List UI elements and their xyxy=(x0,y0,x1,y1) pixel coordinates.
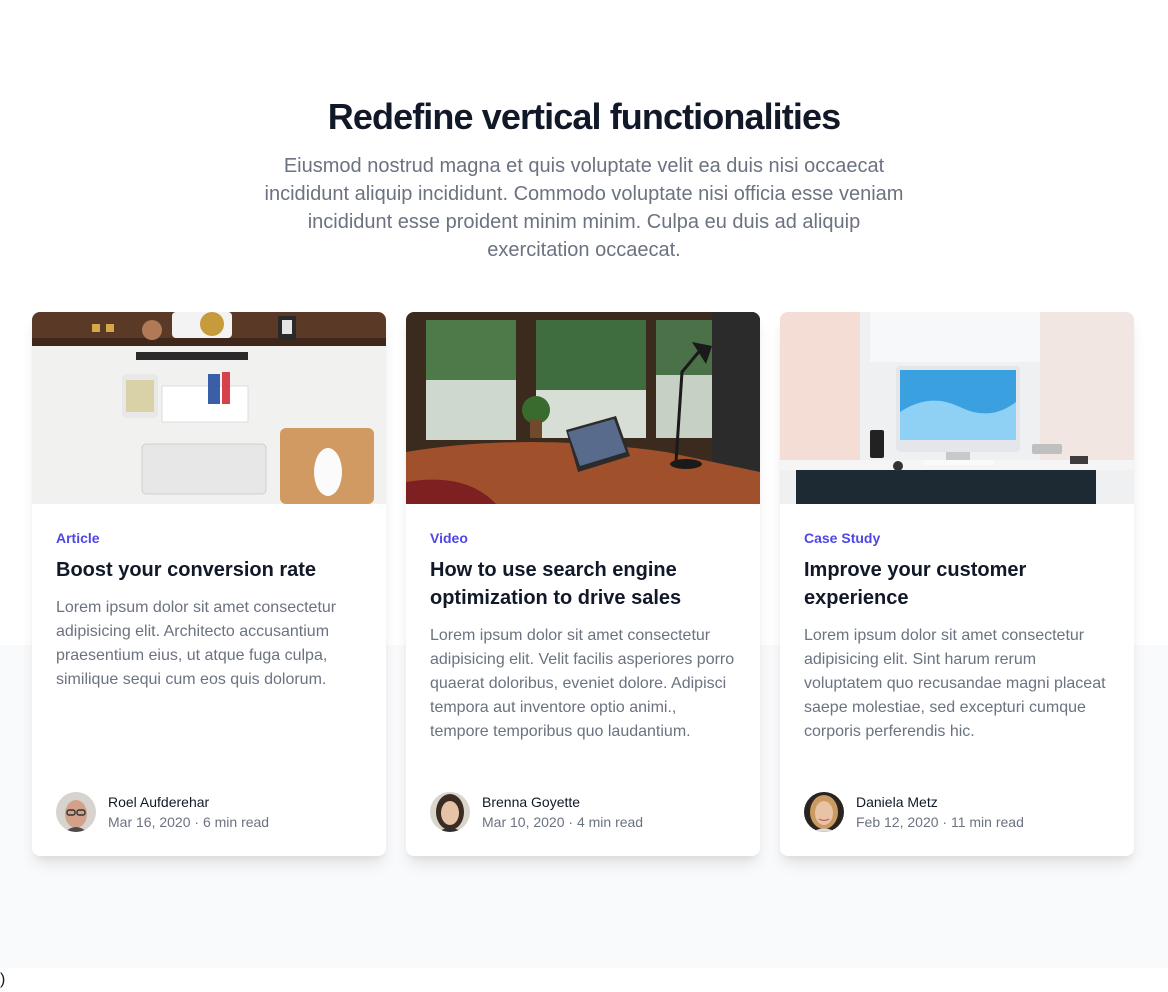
author-name[interactable]: Daniela Metz xyxy=(856,792,1024,812)
post-description: Lorem ipsum dolor sit amet consectetur a… xyxy=(430,627,735,740)
post-title[interactable]: Boost your conversion rate xyxy=(56,556,362,584)
author-name[interactable]: Brenna Goyette xyxy=(482,792,643,812)
meta-separator: · xyxy=(942,814,948,830)
post-meta: Feb 12, 2020 · 11 min read xyxy=(856,812,1024,832)
post-category[interactable]: Article xyxy=(56,528,362,548)
post-date: Feb 12, 2020 xyxy=(856,814,939,830)
section-headline: Redefine vertical functionalities xyxy=(327,96,841,137)
author-meta: Roel Aufderehar Mar 16, 2020 · 6 min rea… xyxy=(108,792,269,832)
post-description: Lorem ipsum dolor sit amet consectetur a… xyxy=(804,627,1106,740)
post-category[interactable]: Video xyxy=(430,528,736,548)
post-meta: Mar 10, 2020 · 4 min read xyxy=(482,812,643,832)
author-name[interactable]: Roel Aufderehar xyxy=(108,792,269,812)
post-author-row: Daniela Metz Feb 12, 2020 · 11 min read xyxy=(804,792,1110,832)
woman-blonde-avatar[interactable] xyxy=(804,792,844,832)
read-time: 6 min read xyxy=(202,814,270,830)
post-title[interactable]: Improve your customer experience xyxy=(804,556,1110,612)
stray-paren-text: ) xyxy=(0,971,6,988)
post-title[interactable]: How to use search engine optimization to… xyxy=(430,556,736,612)
window-laptop-photo[interactable] xyxy=(406,312,760,504)
imac-desk-photo[interactable] xyxy=(780,312,1134,504)
post-author-row: Roel Aufderehar Mar 16, 2020 · 6 min rea… xyxy=(56,792,362,832)
meta-separator: · xyxy=(194,814,200,830)
post-meta: Mar 16, 2020 · 6 min read xyxy=(108,812,269,832)
meta-separator: · xyxy=(568,814,574,830)
post-author-row: Brenna Goyette Mar 10, 2020 · 4 min read xyxy=(430,792,736,832)
section-description: Eiusmod nostrud magna et quis voluptate … xyxy=(264,155,904,261)
post-category[interactable]: Case Study xyxy=(804,528,1110,548)
post-card[interactable]: Video How to use search engine optimizat… xyxy=(406,312,760,856)
post-card[interactable]: Article Boost your conversion rate Lorem… xyxy=(32,312,386,856)
post-card-body: Video How to use search engine optimizat… xyxy=(406,504,760,856)
author-meta: Daniela Metz Feb 12, 2020 · 11 min read xyxy=(856,792,1024,832)
read-time: 4 min read xyxy=(576,814,644,830)
read-time: 11 min read xyxy=(950,814,1024,830)
post-cards: Article Boost your conversion rate Lorem… xyxy=(32,312,1136,856)
post-description: Lorem ipsum dolor sit amet consectetur a… xyxy=(56,599,337,688)
man-with-glasses-avatar[interactable] xyxy=(56,792,96,832)
woman-dark-hair-avatar[interactable] xyxy=(430,792,470,832)
author-meta: Brenna Goyette Mar 10, 2020 · 4 min read xyxy=(482,792,643,832)
post-card-body: Case Study Improve your customer experie… xyxy=(780,504,1134,856)
post-card-body: Article Boost your conversion rate Lorem… xyxy=(32,504,386,856)
post-card[interactable]: Case Study Improve your customer experie… xyxy=(780,312,1134,856)
desk-flatlay-photo[interactable] xyxy=(32,312,386,504)
post-date: Mar 16, 2020 xyxy=(108,814,191,830)
post-date: Mar 10, 2020 xyxy=(482,814,565,830)
